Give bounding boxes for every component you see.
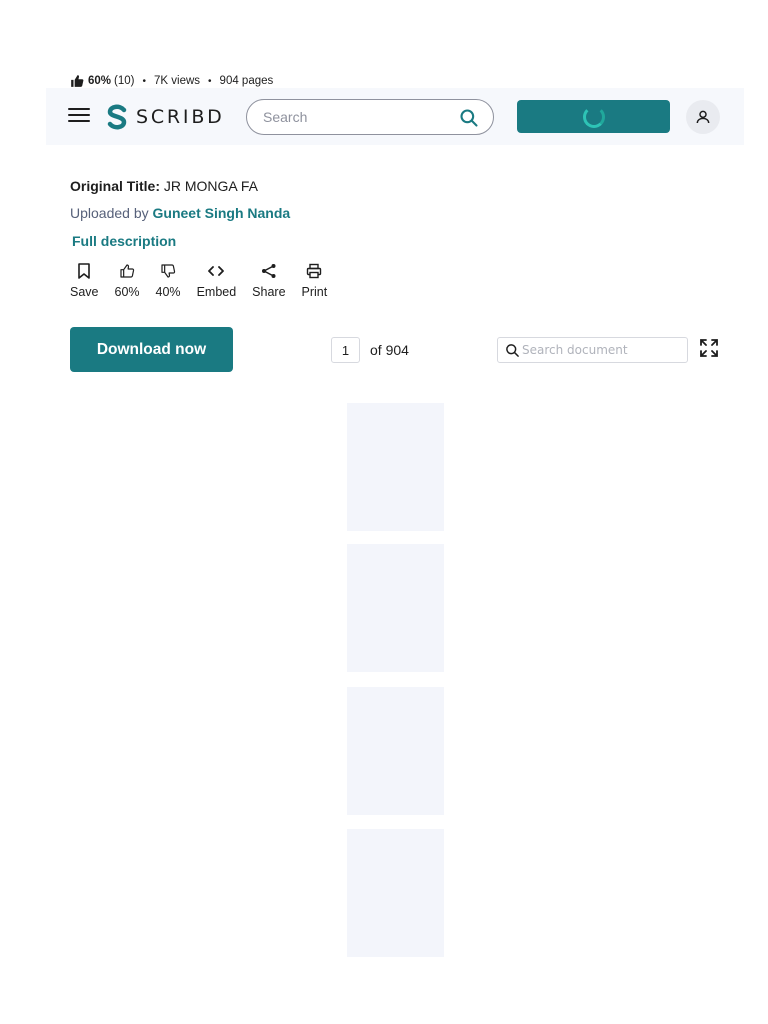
document-search-input[interactable] [522, 343, 682, 357]
user-account-button[interactable] [686, 100, 720, 134]
original-title: Original Title: JR MONGA FA [70, 178, 258, 194]
scribd-logo[interactable]: SCRIBD [106, 103, 225, 131]
print-label: Print [301, 285, 328, 299]
rating-percentage: 60% [88, 75, 112, 87]
user-icon [696, 110, 710, 124]
original-title-label: Original Title: [70, 178, 160, 194]
save-label: Save [70, 285, 99, 299]
search-icon[interactable] [459, 108, 479, 128]
thumbs-up-filled-icon [70, 74, 84, 88]
thumbs-up-icon [119, 262, 135, 280]
page-placeholder [347, 687, 444, 815]
uploaded-by: Uploaded by Guneet Singh Nanda [70, 205, 290, 221]
embed-button[interactable]: Embed [196, 262, 237, 299]
views-count: 7K views [154, 75, 201, 87]
document-stats: 60% (10) • 7K views • 904 pages [70, 73, 273, 89]
loading-cta-button[interactable] [517, 100, 670, 133]
embed-label: Embed [196, 285, 237, 299]
download-now-button[interactable]: Download now [70, 327, 233, 372]
full-description-link[interactable]: Full description [72, 233, 176, 249]
code-icon [208, 262, 225, 280]
page-placeholder [347, 403, 444, 531]
page-placeholder [347, 829, 444, 957]
share-button[interactable]: Share [252, 262, 286, 299]
thumbs-down-icon [160, 262, 176, 280]
print-button[interactable]: Print [301, 262, 328, 299]
dislike-percentage: 40% [155, 285, 181, 299]
rating-count: (10) [114, 75, 135, 87]
fullscreen-expand-icon[interactable] [700, 339, 718, 357]
separator-dot: • [142, 75, 146, 87]
like-percentage: 60% [114, 285, 140, 299]
search-icon [506, 344, 519, 357]
like-button[interactable]: 60% [115, 262, 140, 299]
save-button[interactable]: Save [70, 262, 99, 299]
original-title-value: JR MONGA FA [163, 178, 258, 194]
scribd-logo-mark-icon [107, 104, 127, 130]
share-icon [261, 262, 277, 280]
site-search-input[interactable] [263, 109, 453, 125]
total-pages-label: of 904 [370, 342, 409, 358]
hamburger-menu-icon[interactable] [68, 108, 90, 126]
page-count: 904 pages [219, 75, 274, 87]
site-search [246, 99, 494, 135]
share-label: Share [252, 285, 286, 299]
separator-dot: • [208, 75, 212, 87]
dislike-button[interactable]: 40% [156, 262, 181, 299]
uploaded-by-label: Uploaded by [70, 205, 149, 221]
site-header: SCRIBD [46, 88, 744, 145]
document-actions: Save 60% 40% Embed Share Print [70, 262, 343, 299]
loading-spinner-icon [582, 105, 605, 128]
logo-text: SCRIBD [136, 106, 225, 128]
document-search [497, 337, 688, 363]
bookmark-icon [77, 262, 91, 280]
page-navigator: 1 of 904 [331, 337, 409, 363]
page-placeholder [347, 544, 444, 672]
uploader-link[interactable]: Guneet Singh Nanda [153, 205, 291, 221]
print-icon [306, 262, 322, 280]
current-page-input[interactable]: 1 [331, 337, 360, 363]
